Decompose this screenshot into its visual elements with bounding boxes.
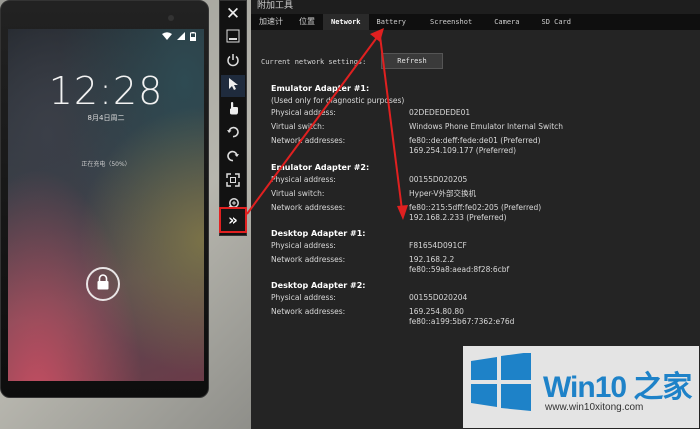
row-value: fe80::de:deff:fede:de01 (Preferred) (409, 136, 541, 145)
window-title: 附加工具 (257, 1, 294, 11)
fit-screen-icon (226, 173, 240, 191)
adapter-row: Network addresses: 169.254.80.80 fe80::a… (271, 307, 691, 327)
row-value: 169.254.80.80 (409, 307, 464, 316)
row-value: fe80::215:5dff:fe02:205 (Preferred) (409, 203, 542, 212)
minimize-button[interactable] (221, 27, 245, 49)
watermark-url: www.win10xitong.com (545, 402, 644, 413)
row-key: Network addresses: (271, 203, 346, 212)
close-icon: ✕ (225, 4, 241, 24)
fit-screen-button[interactable] (221, 171, 245, 193)
adapter-block: Emulator Adapter #1: (Used only for diag… (271, 84, 691, 156)
adapter-title: Emulator Adapter #1: (271, 84, 370, 93)
lock-date: 8月4日周二 (87, 114, 125, 122)
tool-tabs: 加速计 位置 Network Battery Screenshot Camera… (251, 14, 700, 30)
status-bar (162, 32, 196, 44)
lock-icon (96, 274, 110, 294)
row-value-2: 169.254.109.177 (Preferred) (409, 146, 517, 155)
touch-icon (227, 101, 239, 119)
adapter-note: (Used only for diagnostic purposes) (271, 96, 405, 105)
row-key: Physical address: (271, 175, 336, 184)
row-key: Network addresses: (271, 307, 346, 316)
row-value: F81654D091CF (409, 241, 467, 250)
phone-lock-screen[interactable]: 12:28 8月4日周二 正在充电（50%） (8, 29, 204, 381)
wifi-icon (162, 32, 172, 44)
row-value: 192.168.2.2 (409, 255, 455, 264)
phone-emulator: 12:28 8月4日周二 正在充电（50%） (0, 0, 209, 398)
windows-logo (471, 353, 531, 411)
row-key: Physical address: (271, 293, 336, 302)
double-chevron-right-icon: » (228, 211, 238, 229)
close-button[interactable]: ✕ (221, 3, 245, 25)
row-value-2: fe80::59a8:aead:8f28:6cbf (409, 265, 510, 274)
row-key: Physical address: (271, 108, 336, 117)
pointer-button[interactable] (221, 75, 245, 97)
tab-camera[interactable]: Camera (480, 14, 527, 30)
row-value: Hyper-V外部交换机 (409, 189, 476, 198)
tab-battery[interactable]: Battery (369, 14, 415, 30)
power-icon (226, 53, 240, 71)
row-key: Physical address: (271, 241, 336, 250)
minimize-icon (226, 29, 240, 47)
charging-status: 正在充电（50%） (81, 161, 131, 168)
pointer-icon (227, 77, 239, 95)
rotate-right-button[interactable] (221, 147, 245, 169)
power-button[interactable] (221, 51, 245, 73)
adapter-row: Network addresses: 192.168.2.2 fe80::59a… (271, 255, 691, 275)
watermark: Win10 之家 www.win10xitong.com (463, 346, 699, 428)
lock-clock: 12:28 (48, 69, 164, 113)
row-value: 00155D020204 (409, 293, 468, 302)
adapter-row: Physical address: F81654D091CF (271, 241, 691, 251)
adapter-block: Desktop Adapter #2: Physical address: 00… (271, 281, 691, 327)
tab-screenshot[interactable]: Screenshot (414, 14, 480, 30)
row-key: Network addresses: (271, 136, 346, 145)
rotate-left-icon (226, 125, 240, 143)
row-key: Virtual switch: (271, 122, 325, 131)
additional-tools-button[interactable]: » (219, 207, 247, 233)
watermark-brand: Win10 之家 (543, 371, 692, 404)
tab-sd-card[interactable]: SD Card (527, 14, 579, 30)
adapter-title: Desktop Adapter #2: (271, 281, 366, 290)
rotate-left-button[interactable] (221, 123, 245, 145)
current-settings-label: Current network settings: (261, 58, 367, 66)
adapter-title: Emulator Adapter #2: (271, 163, 370, 172)
adapter-row: Physical address: 02DEDEDEDE01 (271, 108, 691, 118)
row-value-2: 192.168.2.233 (Preferred) (409, 213, 507, 222)
row-key: Network addresses: (271, 255, 346, 264)
unlock-button[interactable] (86, 267, 120, 301)
row-key: Virtual switch: (271, 189, 325, 198)
adapter-row: Virtual switch: Windows Phone Emulator I… (271, 122, 691, 132)
adapter-row: Network addresses: fe80::de:deff:fede:de… (271, 136, 691, 156)
adapter-row: Virtual switch: Hyper-V外部交换机 (271, 189, 691, 199)
battery-icon (190, 32, 196, 44)
emulator-toolbar: ✕ (219, 0, 247, 236)
touch-button[interactable] (221, 99, 245, 121)
rotate-right-icon (226, 149, 240, 167)
adapter-row: Physical address: 00155D020204 (271, 293, 691, 303)
tab-location[interactable]: 位置 (291, 14, 323, 30)
adapter-block: Emulator Adapter #2: Physical address: 0… (271, 163, 691, 223)
adapter-row: Physical address: 00155D020205 (271, 175, 691, 185)
signal-icon (177, 32, 185, 44)
row-value: Windows Phone Emulator Internal Switch (409, 122, 564, 131)
row-value: 00155D020205 (409, 175, 468, 184)
tab-network[interactable]: Network (323, 14, 369, 30)
adapter-title: Desktop Adapter #1: (271, 229, 366, 238)
adapter-row: Network addresses: fe80::215:5dff:fe02:2… (271, 203, 691, 223)
row-value: 02DEDEDEDE01 (409, 108, 471, 117)
adapter-block: Desktop Adapter #1: Physical address: F8… (271, 229, 691, 275)
camera-dot (168, 15, 174, 21)
row-value-2: fe80::a199:5b67:7362:e76d (409, 317, 515, 326)
refresh-button[interactable]: Refresh (381, 53, 443, 69)
tab-accelerometer[interactable]: 加速计 (251, 14, 291, 30)
